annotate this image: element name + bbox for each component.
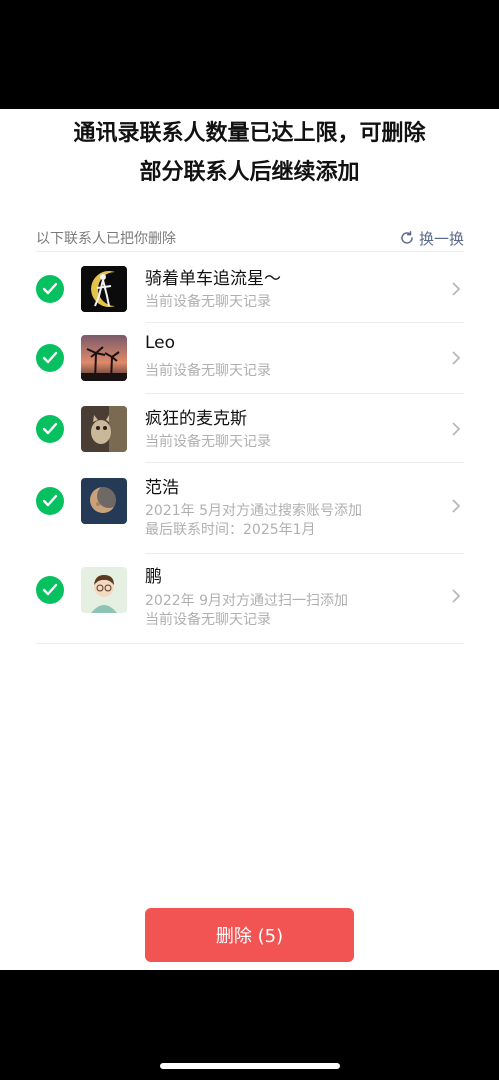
contact-subtitle: 2021年 5月对方通过搜索账号添加 (145, 503, 362, 519)
delete-button-label: 删除 (5) (215, 926, 284, 947)
chevron-right-icon (452, 351, 461, 365)
sailor-moon-avatar (81, 266, 127, 312)
delete-button[interactable]: 删除 (5) (145, 908, 354, 962)
divider (36, 643, 464, 644)
palm-sunset-avatar (81, 335, 127, 381)
refresh-button[interactable]: 换一换 (399, 226, 464, 250)
contact-name: 范浩 (145, 478, 179, 498)
contact-subtitle: 2022年 9月对方通过扫一扫添加 (145, 593, 348, 609)
check-icon[interactable] (36, 487, 64, 515)
divider (36, 251, 464, 252)
contact-row[interactable]: 疯狂的麦克斯 当前设备无聊天记录 (0, 395, 499, 463)
chevron-right-icon (452, 282, 461, 296)
divider (145, 393, 464, 394)
contact-row[interactable]: 骑着单车追流星～ 当前设备无聊天记录 (0, 255, 499, 323)
divider (145, 462, 464, 463)
title-line-2: 部分联系人后继续添加 (139, 160, 360, 185)
contact-subtitle: 当前设备无聊天记录 (145, 434, 271, 450)
section-header: 以下联系人已把你删除 换一换 (36, 226, 464, 254)
cartoon-boy-avatar (81, 567, 127, 613)
divider (145, 322, 464, 323)
contact-row[interactable]: 范浩 2021年 5月对方通过搜索账号添加 最后联系时间：2025年1月 (0, 464, 499, 552)
chevron-right-icon (452, 422, 461, 436)
section-label: 以下联系人已把你删除 (36, 231, 176, 247)
contact-name: Leo (145, 333, 176, 353)
moon-avatar (81, 478, 127, 524)
contact-subtitle: 当前设备无聊天记录 (145, 363, 271, 379)
refresh-icon (401, 231, 413, 244)
contact-name: 鹏 (145, 567, 162, 587)
cat-photo-avatar (81, 406, 127, 452)
chevron-right-icon (452, 499, 461, 513)
check-icon[interactable] (36, 415, 64, 443)
status-bar-area (0, 0, 499, 109)
check-icon[interactable] (36, 275, 64, 303)
contact-row[interactable]: 鹏 2022年 9月对方通过扫一扫添加 当前设备无聊天记录 (0, 554, 499, 643)
refresh-label: 换一换 (418, 229, 464, 248)
home-indicator[interactable] (160, 1063, 340, 1069)
contact-subtitle: 当前设备无聊天记录 (145, 612, 271, 628)
contact-subtitle: 最后联系时间：2025年1月 (145, 522, 316, 538)
chevron-right-icon (452, 589, 461, 603)
contact-subtitle: 当前设备无聊天记录 (145, 294, 271, 310)
check-icon[interactable] (36, 576, 64, 604)
contact-name: 骑着单车追流星～ (145, 269, 281, 289)
contact-row[interactable]: Leo 当前设备无聊天记录 (0, 324, 499, 394)
title-line-1: 通讯录联系人数量已达上限，可删除 (73, 121, 426, 146)
contacts-limit-sheet: 通讯录联系人数量已达上限，可删除 部分联系人后继续添加 以下联系人已把你删除 换… (0, 109, 499, 970)
check-icon[interactable] (36, 344, 64, 372)
contact-name: 疯狂的麦克斯 (145, 409, 247, 429)
